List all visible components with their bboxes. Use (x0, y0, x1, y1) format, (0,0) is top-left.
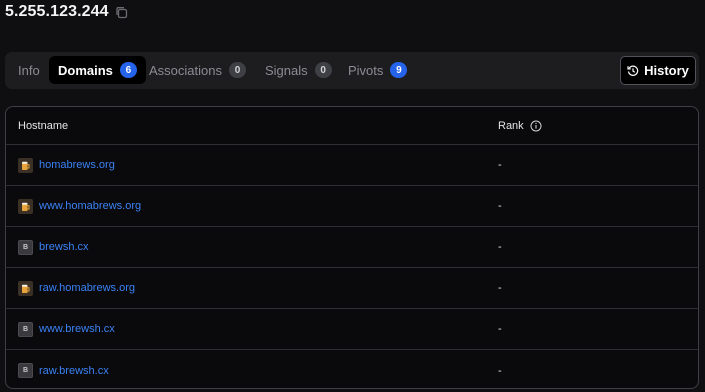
tab-pivots-label: Pivots (348, 62, 384, 78)
hostname-cell: Bbrewsh.cx (18, 227, 89, 267)
table-row[interactable]: raw.homabrews.org - (6, 268, 698, 309)
table-row[interactable]: Bbrewsh.cx - (6, 227, 698, 268)
signals-count-badge: 0 (314, 62, 332, 78)
tab-info[interactable]: Info (9, 56, 49, 84)
tab-info-label: Info (18, 62, 40, 78)
hostname-link[interactable]: www.homabrews.org (39, 200, 141, 212)
rank-cell: - (498, 159, 502, 171)
letter-b-icon: B (18, 239, 33, 255)
hostname-link[interactable]: raw.homabrews.org (39, 282, 135, 294)
tab-domains-label: Domains (58, 62, 113, 78)
rank-cell: - (498, 364, 502, 377)
column-rank-label: Rank (498, 120, 524, 132)
domains-table: Hostname Rank homabrews.org - www.homabrew… (5, 106, 699, 389)
copy-icon[interactable] (115, 6, 128, 19)
pivots-count-badge: 9 (390, 62, 408, 78)
column-rank[interactable]: Rank (498, 107, 542, 145)
letter-b-icon: B (18, 363, 33, 378)
tab-associations[interactable]: Associations 0 (140, 56, 255, 84)
beer-mug-icon (18, 198, 33, 214)
table-row[interactable]: Braw.brewsh.cx - (6, 350, 698, 388)
info-icon[interactable] (530, 120, 542, 132)
beer-mug-icon (18, 157, 33, 173)
letter-b-icon: B (18, 321, 33, 337)
rank-cell: - (498, 282, 502, 294)
hostname-cell: Braw.brewsh.cx (18, 350, 109, 388)
history-icon (627, 65, 639, 77)
tab-pivots[interactable]: Pivots 9 (339, 56, 416, 84)
hostname-cell: Bwww.brewsh.cx (18, 309, 115, 349)
rank-cell: - (498, 241, 502, 253)
hostname-link[interactable]: homabrews.org (39, 159, 115, 171)
hostname-link[interactable]: www.brewsh.cx (39, 323, 115, 335)
associations-count-badge: 0 (228, 62, 246, 78)
tab-domains[interactable]: Domains 6 (49, 56, 146, 84)
hostname-link[interactable]: brewsh.cx (39, 241, 89, 253)
tab-signals[interactable]: Signals 0 (256, 56, 341, 84)
ip-address: 5.255.123.244 (5, 3, 109, 20)
table-header: Hostname Rank (6, 107, 698, 145)
hostname-cell: raw.homabrews.org (18, 268, 135, 308)
hostname-link[interactable]: raw.brewsh.cx (39, 365, 109, 377)
hostname-cell: homabrews.org (18, 145, 115, 185)
history-button[interactable]: History (620, 56, 696, 85)
rank-cell: - (498, 323, 502, 335)
domains-count-badge: 6 (119, 62, 137, 78)
tab-signals-label: Signals (265, 62, 308, 78)
ip-header: 5.255.123.244 (5, 3, 128, 21)
tab-bar: Info Domains 6 Associations 0 Signals 0 … (5, 52, 699, 89)
beer-mug-icon (18, 280, 33, 296)
history-label: History (644, 63, 689, 78)
table-row[interactable]: homabrews.org - (6, 145, 698, 186)
column-hostname-label: Hostname (18, 120, 69, 132)
table-row[interactable]: Bwww.brewsh.cx - (6, 309, 698, 350)
table-row[interactable]: www.homabrews.org - (6, 186, 698, 227)
column-hostname[interactable]: Hostname (18, 107, 68, 145)
tab-associations-label: Associations (149, 62, 222, 78)
hostname-cell: www.homabrews.org (18, 186, 141, 226)
rank-cell: - (498, 200, 502, 212)
